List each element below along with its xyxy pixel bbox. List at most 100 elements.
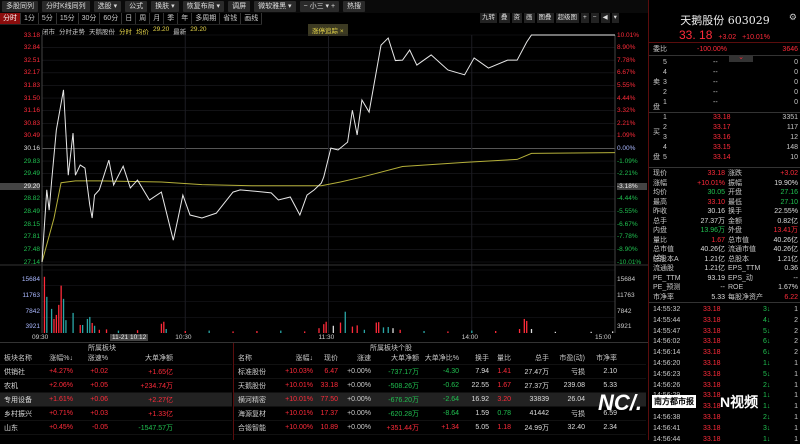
- right-axis-tick: 2.21%: [617, 119, 636, 127]
- down-arrow-icon: ↓: [766, 414, 771, 421]
- column-header[interactable]: 总手: [511, 353, 549, 363]
- table-cell: 33839: [529, 396, 549, 403]
- table-row[interactable]: 山东 +0.45% -0.05 -1547.57万: [0, 421, 232, 435]
- stat-value: 1.21亿: [704, 255, 725, 263]
- volume-bar: [160, 323, 163, 333]
- table-cell: -737.17万: [388, 368, 419, 376]
- table-cell: -620.28万: [388, 410, 419, 418]
- intraday-chart[interactable]: [0, 0, 648, 345]
- level: 4: [663, 144, 667, 151]
- column-header[interactable]: 涨速%: [73, 353, 108, 363]
- table-cell: +2.27亿: [148, 396, 173, 404]
- tick-row: 14:56:38 33.18 2 ↓ 1: [653, 413, 798, 422]
- down-arrow-icon: ↓: [766, 370, 771, 378]
- table-row[interactable]: 海源复材 +10.01% 17.37 +0.00% -620.28万 -8.64 1.59 0…: [234, 407, 646, 421]
- left-axis-tick: 28.49: [23, 208, 40, 216]
- column-header[interactable]: 换手: [459, 353, 489, 363]
- stat-row: 均价 30.05 开盘 27.16: [653, 188, 798, 197]
- column-header[interactable]: 大单净额: [108, 353, 173, 363]
- volume-bar: [136, 330, 139, 333]
- table-header: 名称 涨幅↓ 现价 涨速 大单净额 大单净比% 换手 量比 总手 市盈(动) 市净率: [234, 351, 646, 365]
- table-row[interactable]: 供销社 +4.27% +0.02 +1.65亿: [0, 365, 232, 379]
- stat-value: +10.01%: [697, 179, 725, 187]
- sector-table: 板块名称 涨幅%↓ 涨速% 大单净额供销社 +4.27% +0.02 +1.65亿 农机 +2.…: [0, 351, 232, 435]
- tick-price: 33.18: [703, 327, 721, 335]
- right-axis-tick: 5.55%: [617, 81, 636, 89]
- table-row[interactable]: 专用设备 +1.61% +0.06 +2.27亿: [0, 393, 232, 407]
- table-row[interactable]: 标准股份 +10.03% 6.47 +0.00% -737.17万 -4.30 7.94 1.…: [234, 365, 646, 379]
- table-row[interactable]: 合锻智能 +10.00% 10.89 +0.00% +351.44万 +1.34 5.05 1…: [234, 421, 646, 435]
- left-axis-tick: 28.82: [23, 195, 40, 203]
- stat-label: 外盘: [728, 227, 742, 234]
- column-header[interactable]: 大单净比%: [419, 353, 459, 363]
- column-header[interactable]: 板块名称: [0, 353, 38, 363]
- right-axis-tick: -5.55%: [617, 208, 638, 216]
- level-volume: 3351: [782, 114, 798, 121]
- left-axis-tick: 33.18: [23, 31, 40, 39]
- stat-label: EPS_TTM: [728, 265, 761, 272]
- tick-count: 1: [794, 435, 798, 443]
- volume-bar: [304, 331, 306, 333]
- stat-row: 昨收 30.16 换手 22.55%: [653, 207, 798, 216]
- table-row[interactable]: 乡村振兴 +0.71% +0.03 +1.33亿: [0, 407, 232, 421]
- level-price: 33.18: [713, 114, 731, 121]
- table-cell: 5.33: [603, 382, 617, 389]
- table-cell: 27.37万: [524, 382, 549, 390]
- stat-value: 5.33: [711, 293, 725, 301]
- volume-bar: [339, 322, 342, 333]
- column-header[interactable]: 现价: [313, 353, 338, 363]
- tick-count: 2: [794, 327, 798, 335]
- table-cell: +0.00%: [347, 424, 371, 431]
- column-header[interactable]: 市净率: [585, 353, 617, 363]
- down-arrow-icon: ↓: [766, 338, 771, 346]
- volume-bar: [280, 330, 282, 333]
- column-header[interactable]: 大单净额: [371, 353, 419, 363]
- down-arrow-icon: ↓: [766, 424, 771, 432]
- stat-value: 30.05: [707, 189, 725, 196]
- level-volume: 0: [794, 99, 798, 106]
- table-cell: 天鹅股份: [238, 382, 266, 390]
- stat-row: 总股本A 1.21亿 总股本 1.21亿: [653, 255, 798, 264]
- weibi-diff: 3646: [782, 46, 798, 53]
- settings-icon[interactable]: ⚙: [789, 12, 797, 23]
- column-header[interactable]: 涨幅%↓: [38, 353, 73, 363]
- stat-label: 现价: [653, 170, 667, 177]
- order-book-row: 3 -- 0: [663, 78, 798, 87]
- table-row[interactable]: 横河精密 +10.01% 77.50 +0.00% -676.20万 -2.64 16.92…: [234, 393, 646, 407]
- right-volume-tick: 15684: [617, 276, 636, 283]
- table-cell: +0.06: [90, 396, 108, 403]
- left-axis-tick: 27.81: [23, 233, 40, 241]
- left-axis-tick: 29.20: [0, 182, 40, 190]
- tick-time: 14:56:23: [653, 370, 681, 378]
- volume-bar: [375, 322, 377, 333]
- table-cell: -4.30: [443, 368, 459, 375]
- table-cell: 横河精密: [238, 396, 266, 404]
- table-cell: 1.67: [497, 382, 511, 389]
- order-book-row: 2 33.17 117: [663, 123, 798, 132]
- order-book-row: 2 -- 0: [663, 88, 798, 97]
- column-header[interactable]: 名称: [234, 353, 276, 363]
- table-cell: +0.00%: [347, 382, 371, 389]
- stat-row: 总手 27.37万 金额 0.82亿: [653, 217, 798, 226]
- column-header[interactable]: 市盈(动): [549, 353, 585, 363]
- volume-bar: [554, 331, 557, 333]
- stat-label: 开盘: [728, 189, 742, 196]
- table-cell: +1.61%: [49, 396, 73, 403]
- down-arrow-icon: ↓: [766, 360, 771, 367]
- column-header[interactable]: 量比: [489, 353, 511, 363]
- volume-bar: [232, 331, 234, 333]
- stat-label: 金额: [728, 217, 742, 225]
- volume-bar: [447, 331, 449, 333]
- table-row[interactable]: 天鹅股份 +10.01% 33.18 +0.00% -508.26万 -0.62 22.55…: [234, 379, 646, 393]
- table-row[interactable]: 农机 +2.06% +0.05 +234.74万: [0, 379, 232, 393]
- column-header[interactable]: 涨速: [338, 353, 371, 363]
- level-volume: 148: [786, 144, 798, 151]
- stat-label: 最高: [653, 198, 667, 206]
- volume-bar: [79, 324, 81, 333]
- column-header[interactable]: 涨幅↓: [276, 353, 314, 363]
- stat-label: 总股本A: [653, 255, 679, 263]
- right-axis-tick: 4.44%: [617, 94, 636, 102]
- order-book-row: 5 33.14 10: [663, 153, 798, 162]
- volume-bar: [58, 304, 60, 333]
- level: 3: [663, 79, 667, 86]
